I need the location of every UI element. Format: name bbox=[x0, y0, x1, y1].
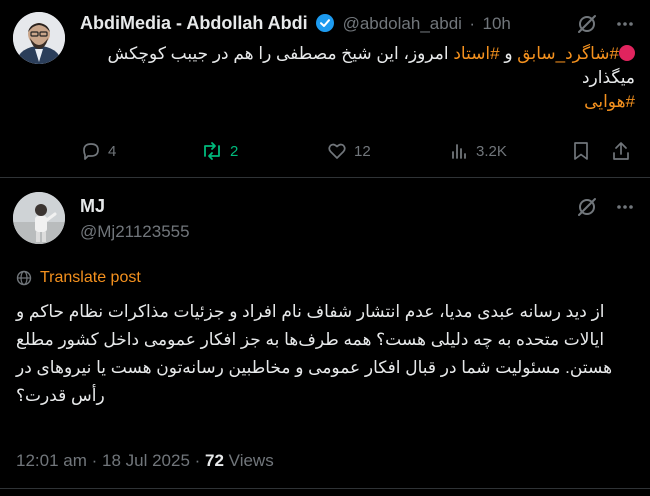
grok-icon[interactable] bbox=[576, 13, 598, 35]
tweet-line-2: میگذارد bbox=[581, 68, 635, 87]
reply-line: ایالات متحده به چه دلیلی هست؟ همه طرف‌ها… bbox=[16, 330, 605, 349]
bookmark-button[interactable] bbox=[570, 140, 592, 162]
grok-icon[interactable] bbox=[576, 196, 598, 218]
views-bar-chart-icon bbox=[452, 144, 466, 159]
tweet-text: امروز، این شیخ مصطفی را هم در جیبب کوچکش bbox=[107, 44, 454, 63]
repost-button[interactable]: 2 bbox=[200, 140, 238, 162]
globe-icon bbox=[16, 270, 32, 286]
reply-line: از دید رسانه عبدی مدیا، عدم انتشار شفاف … bbox=[16, 302, 605, 321]
avatar[interactable] bbox=[13, 192, 65, 244]
handle[interactable]: @Mj21123555 bbox=[80, 222, 190, 242]
reply-line: رأس قدرت؟ bbox=[16, 386, 105, 405]
more-options-icon[interactable] bbox=[614, 196, 636, 218]
tweet-line-1: #شاگرد_سابق و #استاد امروز، این شیخ مصطف… bbox=[80, 42, 635, 66]
heart-icon bbox=[328, 143, 346, 159]
post-timestamp[interactable]: 12:01 am · 18 Jul 2025 · bbox=[16, 451, 200, 470]
post-meta: 12:01 am · 18 Jul 2025 · 72 Views bbox=[16, 451, 274, 471]
tweet-body: #شاگرد_سابق و #استاد امروز، این شیخ مصطف… bbox=[80, 42, 635, 114]
red-circle-icon bbox=[619, 45, 635, 61]
share-button[interactable] bbox=[610, 140, 632, 162]
like-count: 12 bbox=[354, 142, 371, 160]
hashtag-link[interactable]: #استاد bbox=[453, 44, 499, 63]
avatar[interactable] bbox=[13, 12, 65, 64]
handle[interactable]: @abdolah_abdi bbox=[343, 14, 462, 33]
reply-body: از دید رسانه عبدی مدیا، عدم انتشار شفاف … bbox=[16, 298, 636, 410]
views-count: 72 bbox=[205, 451, 224, 470]
more-options-icon[interactable] bbox=[614, 13, 636, 35]
divider bbox=[0, 488, 650, 489]
display-name[interactable]: MJ bbox=[80, 196, 105, 217]
tweet-line-3: #هوایی bbox=[80, 90, 635, 114]
divider bbox=[0, 177, 650, 178]
hashtag-link[interactable]: #هوایی bbox=[584, 92, 635, 111]
reply-button[interactable]: 4 bbox=[80, 140, 116, 162]
views-count: 3.2K bbox=[476, 142, 507, 160]
repost-count: 2 bbox=[230, 142, 239, 160]
verified-badge-icon bbox=[316, 14, 335, 32]
like-button[interactable]: 12 bbox=[326, 140, 371, 162]
tweet-header: AbdiMedia - Abdollah Abdi @abdolah_abdi … bbox=[80, 13, 511, 34]
separator-dot: · bbox=[469, 14, 476, 33]
reply-count: 4 bbox=[108, 142, 117, 160]
views-button[interactable]: 3.2K bbox=[448, 140, 507, 162]
share-icon bbox=[613, 142, 629, 160]
translate-post-label[interactable]: Translate post bbox=[40, 269, 141, 287]
translate-post-link[interactable]: Translate post bbox=[16, 269, 141, 287]
views-label: Views bbox=[228, 451, 274, 470]
bookmark-icon bbox=[574, 142, 588, 160]
repost-icon bbox=[204, 142, 220, 160]
reply-icon bbox=[83, 143, 99, 160]
display-name[interactable]: AbdiMedia - Abdollah Abdi bbox=[80, 13, 308, 33]
post-time[interactable]: 10h bbox=[483, 14, 511, 33]
reply-line: هستن. مسئولیت شما در قبال افکار عمومی و … bbox=[16, 358, 613, 377]
hashtag-link[interactable]: #شاگرد_سابق bbox=[517, 44, 619, 63]
tweet-text: و bbox=[499, 44, 518, 63]
